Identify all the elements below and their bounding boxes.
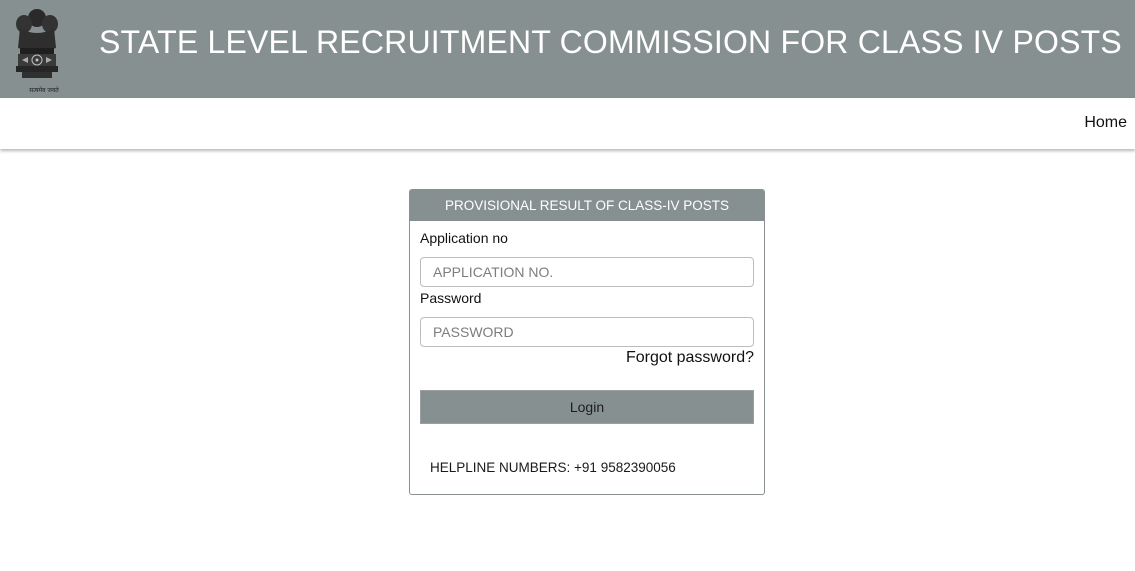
top-navbar: Home (0, 98, 1135, 149)
site-header: सत्यमेव जयते STATE LEVEL RECRUITMENT COM… (0, 0, 1135, 98)
forgot-password-link[interactable]: Forgot password? (626, 349, 754, 367)
login-panel: PROVISIONAL RESULT OF CLASS-IV POSTS App… (409, 189, 765, 495)
application-no-input[interactable] (420, 257, 754, 287)
emblem-motto: सत्यमेव जयते (29, 87, 59, 94)
password-label: Password (420, 290, 482, 306)
application-no-label: Application no (420, 230, 508, 246)
panel-heading: PROVISIONAL RESULT OF CLASS-IV POSTS (410, 190, 764, 221)
nav-home-link[interactable]: Home (1084, 114, 1127, 132)
login-button[interactable]: Login (420, 390, 754, 424)
national-emblem-icon: सत्यमेव जयते (8, 4, 66, 94)
page-title: STATE LEVEL RECRUITMENT COMMISSION FOR C… (99, 24, 1122, 60)
password-input[interactable] (420, 317, 754, 347)
helpline-numbers: HELPLINE NUMBERS: +91 9582390056 (430, 460, 676, 475)
